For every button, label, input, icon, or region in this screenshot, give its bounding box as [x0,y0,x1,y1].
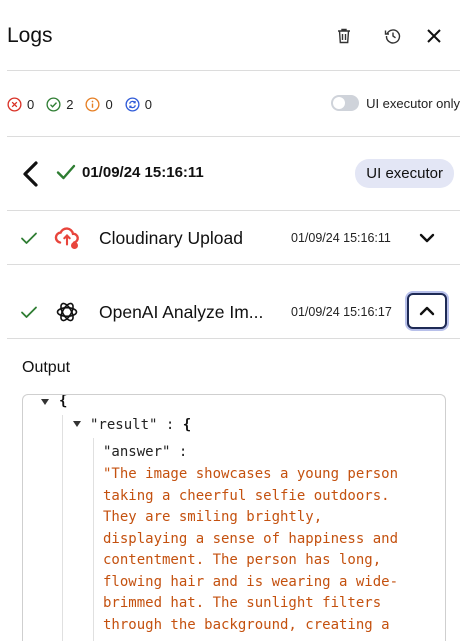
answer-line: "The image showcases a young person [103,466,399,482]
answer-key-line: "answer" : [103,444,187,460]
run-timestamp: 01/09/24 15:16:11 [82,164,204,181]
page-title: Logs [7,24,53,47]
chevron-down-icon [419,233,435,243]
chevron-left-icon [23,161,38,187]
json-open-brace: { [59,394,68,409]
check-icon [56,164,76,180]
result-key-line: "result" : { [90,417,191,433]
toggle-switch[interactable] [331,95,360,111]
collapse-root-toggle[interactable] [41,399,49,405]
success-count[interactable]: 2 [46,97,73,112]
running-count[interactable]: 0 [125,97,152,112]
divider [7,338,460,339]
answer-line: flowing hair and is wearing a wide- [103,573,399,590]
expand-button[interactable] [414,228,440,248]
chevron-up-icon [419,306,435,316]
info-count-value: 0 [105,96,113,112]
collapse-button[interactable] [407,293,447,329]
history-icon[interactable] [381,24,405,48]
error-count[interactable]: 0 [7,97,34,112]
answer-line: through the background, creating a [103,616,390,633]
executor-badge: UI executor [355,159,454,188]
status-counts: 0 2 0 0 [7,94,164,114]
back-button[interactable] [20,160,42,188]
check-icon [21,306,37,318]
output-label: Output [22,359,71,376]
ui-executor-only-toggle[interactable]: UI executor only [331,95,460,111]
answer-line: contentment. The person has long, [103,552,382,568]
step-time: 01/09/24 15:16:17 [291,305,392,319]
step-row-cloudinary[interactable]: Cloudinary Upload 01/09/24 15:16:11 [0,211,474,265]
divider [7,264,460,265]
result-brace: { [182,417,192,433]
step-row-openai[interactable]: OpenAI Analyze Im... 01/09/24 15:16:17 [0,285,474,339]
toggle-knob [333,97,346,109]
error-count-value: 0 [27,96,35,112]
cloudinary-icon [54,227,79,249]
divider [7,136,460,137]
openai-icon [56,302,78,322]
close-icon[interactable] [422,24,446,48]
divider [7,70,460,71]
answer-line: taking a cheerful selfie outdoors. [103,487,390,504]
info-icon [85,96,101,112]
check-icon [21,232,37,244]
error-icon [7,96,22,112]
json-viewer[interactable]: { "result" : { "answer" : "The image sho… [22,394,446,641]
toggle-label: UI executor only [366,95,460,111]
step-name: OpenAI Analyze Im... [99,302,264,322]
answer-colon: : [178,444,188,460]
step-time: 01/09/24 15:16:11 [291,231,391,245]
logs-header: Logs [0,0,474,72]
run-header: 01/09/24 15:16:11 UI executor [0,150,474,196]
answer-line: displaying a sense of happiness and [103,530,399,547]
success-count-value: 2 [66,96,74,112]
answer-line: brimmed hat. The sunlight filters [103,595,382,611]
success-icon [46,96,61,112]
trash-icon[interactable] [332,24,356,48]
indent-guide [93,438,94,641]
answer-line: They are smiling brightly, [103,509,323,525]
indent-guide [62,415,63,641]
collapse-result-toggle[interactable] [73,421,81,427]
result-key: "result" [90,417,158,433]
running-count-value: 0 [144,96,152,112]
result-colon: : [165,417,175,433]
step-name: Cloudinary Upload [99,228,243,248]
sync-icon [125,96,140,112]
answer-key: "answer" [103,444,171,460]
info-count[interactable]: 0 [85,96,113,112]
